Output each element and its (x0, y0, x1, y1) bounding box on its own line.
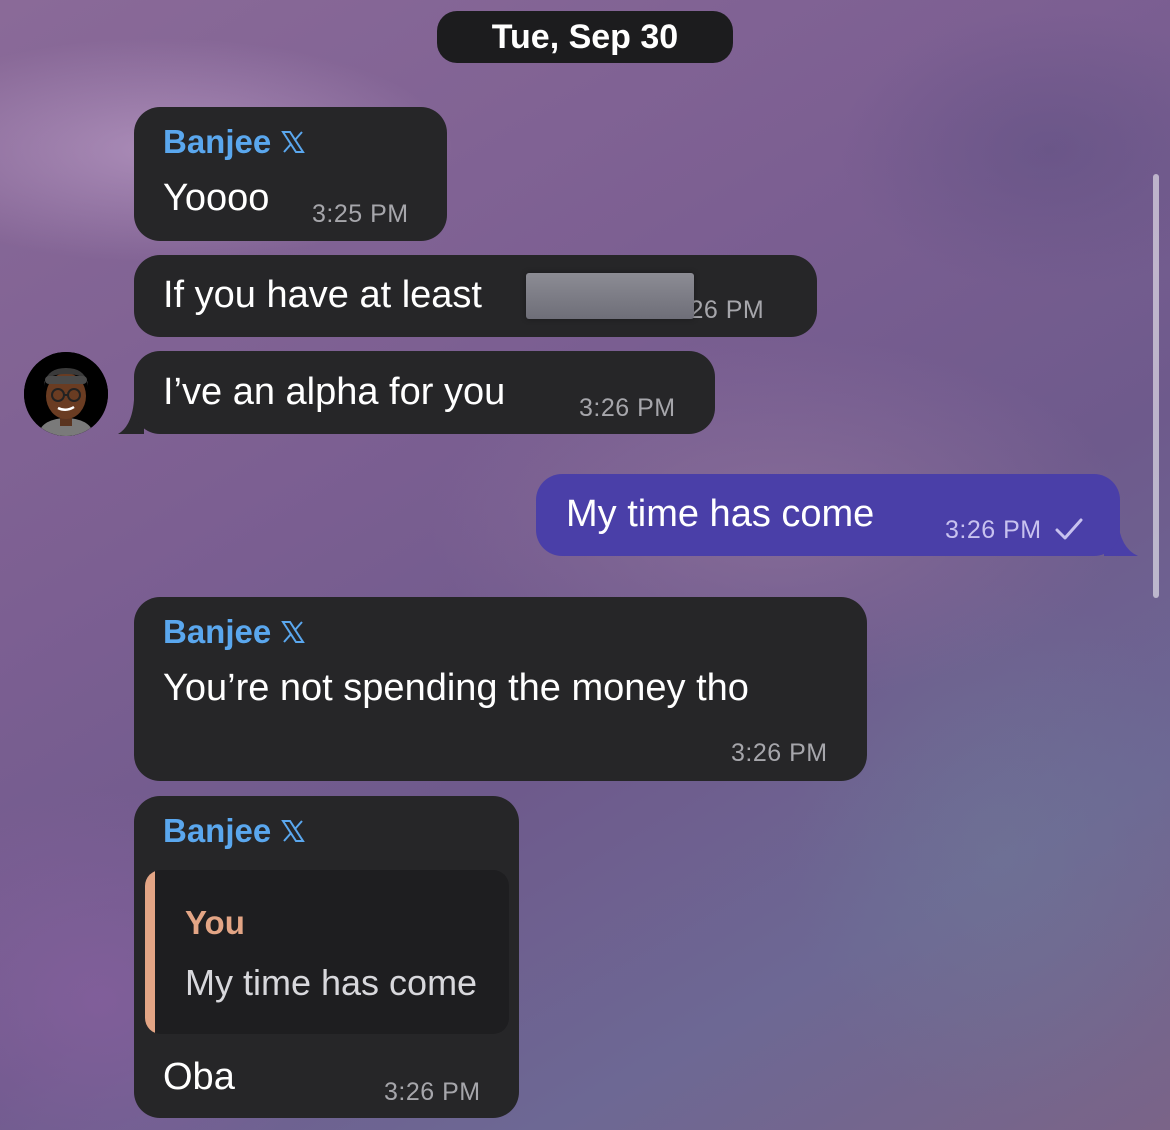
message-bubble-outgoing[interactable]: My time has come 3:26 PM (536, 474, 1120, 556)
sender-name[interactable]: Banjee (163, 613, 306, 651)
message-bubble[interactable]: Banjee You’re not spending the money tho… (134, 597, 867, 781)
message-time: 3:26 PM (579, 394, 676, 422)
sender-name-label: Banjee (163, 613, 272, 650)
avatar[interactable] (24, 352, 108, 436)
message-text: If you have at least (163, 274, 482, 316)
quote-accent-bar (145, 870, 155, 1034)
sender-name[interactable]: Banjee (163, 123, 306, 161)
check-icon (1055, 518, 1083, 540)
message-text: You’re not spending the money tho (163, 667, 749, 709)
message-time: 3:26 PM (731, 739, 828, 767)
memoji-avatar-icon (24, 352, 108, 436)
message-bubble[interactable]: Banjee Yoooo 3:25 PM (134, 107, 447, 241)
scrollbar[interactable] (1153, 174, 1159, 598)
message-time: 3:25 PM (312, 200, 409, 228)
message-text: I’ve an alpha for you (163, 371, 506, 413)
quote-author: You (185, 904, 245, 941)
x-logo-icon (281, 621, 306, 643)
reply-quote[interactable]: You My time has come (145, 870, 509, 1034)
message-time: 3:26 PM (945, 516, 1042, 544)
sender-name[interactable]: Banjee (163, 812, 306, 850)
message-time: 3:26 PM (384, 1078, 481, 1106)
sender-name-label: Banjee (163, 123, 272, 160)
message-text: My time has come (566, 493, 875, 535)
redaction-block (526, 273, 694, 319)
message-bubble[interactable]: If you have at least :26 PM (134, 255, 817, 337)
message-text: Yoooo (163, 177, 270, 219)
x-logo-icon (281, 131, 306, 153)
quote-text: My time has come (185, 962, 478, 1003)
message-text: Oba (163, 1056, 235, 1098)
x-logo-icon (281, 820, 306, 842)
date-header: Tue, Sep 30 (437, 11, 733, 63)
message-time: :26 PM (682, 296, 765, 324)
message-bubble[interactable]: I’ve an alpha for you 3:26 PM (134, 351, 715, 434)
sender-name-label: Banjee (163, 812, 272, 849)
